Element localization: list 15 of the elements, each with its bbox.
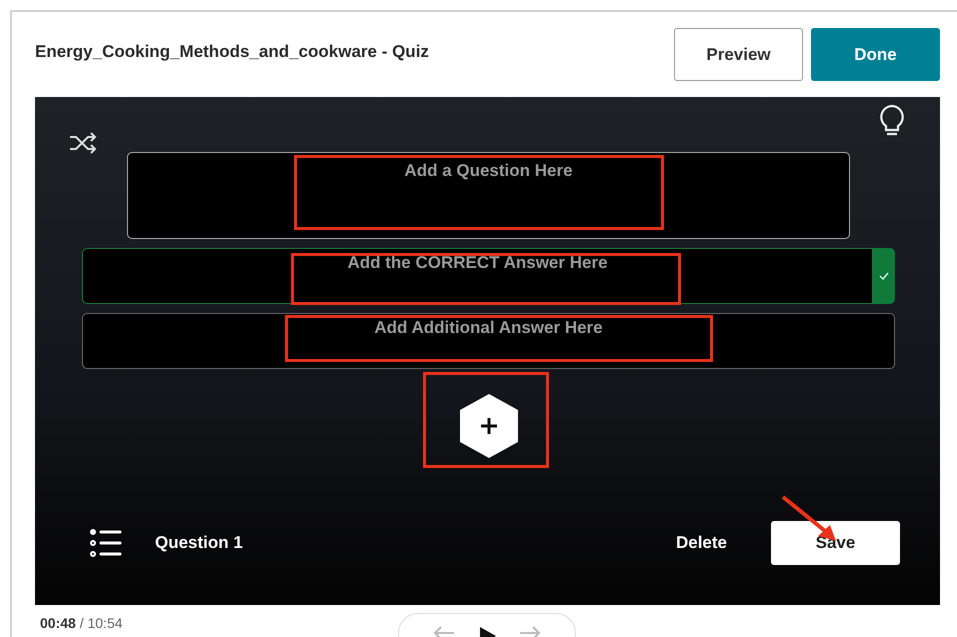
lightbulb-icon[interactable]	[878, 104, 906, 138]
answer-field[interactable]: Add Additional Answer Here	[82, 313, 895, 369]
quiz-title: Energy_Cooking_Methods_and_cookware - Quiz	[35, 42, 429, 62]
answer-field[interactable]: Add the CORRECT Answer Here	[82, 248, 873, 304]
correct-check-icon[interactable]	[873, 248, 895, 304]
question-list-icon[interactable]	[90, 528, 122, 558]
done-button[interactable]: Done	[811, 28, 940, 81]
shuffle-icon[interactable]	[68, 132, 98, 154]
question-field[interactable]: Add a Question Here	[127, 152, 850, 239]
save-button[interactable]: Save	[771, 521, 900, 565]
add-answer-icon[interactable]	[458, 393, 520, 459]
preview-button[interactable]: Preview	[674, 28, 803, 81]
playback-time: 00:48 / 10:54	[40, 615, 123, 633]
delete-button[interactable]: Delete	[670, 532, 733, 554]
question-number: Question 1	[155, 533, 243, 553]
